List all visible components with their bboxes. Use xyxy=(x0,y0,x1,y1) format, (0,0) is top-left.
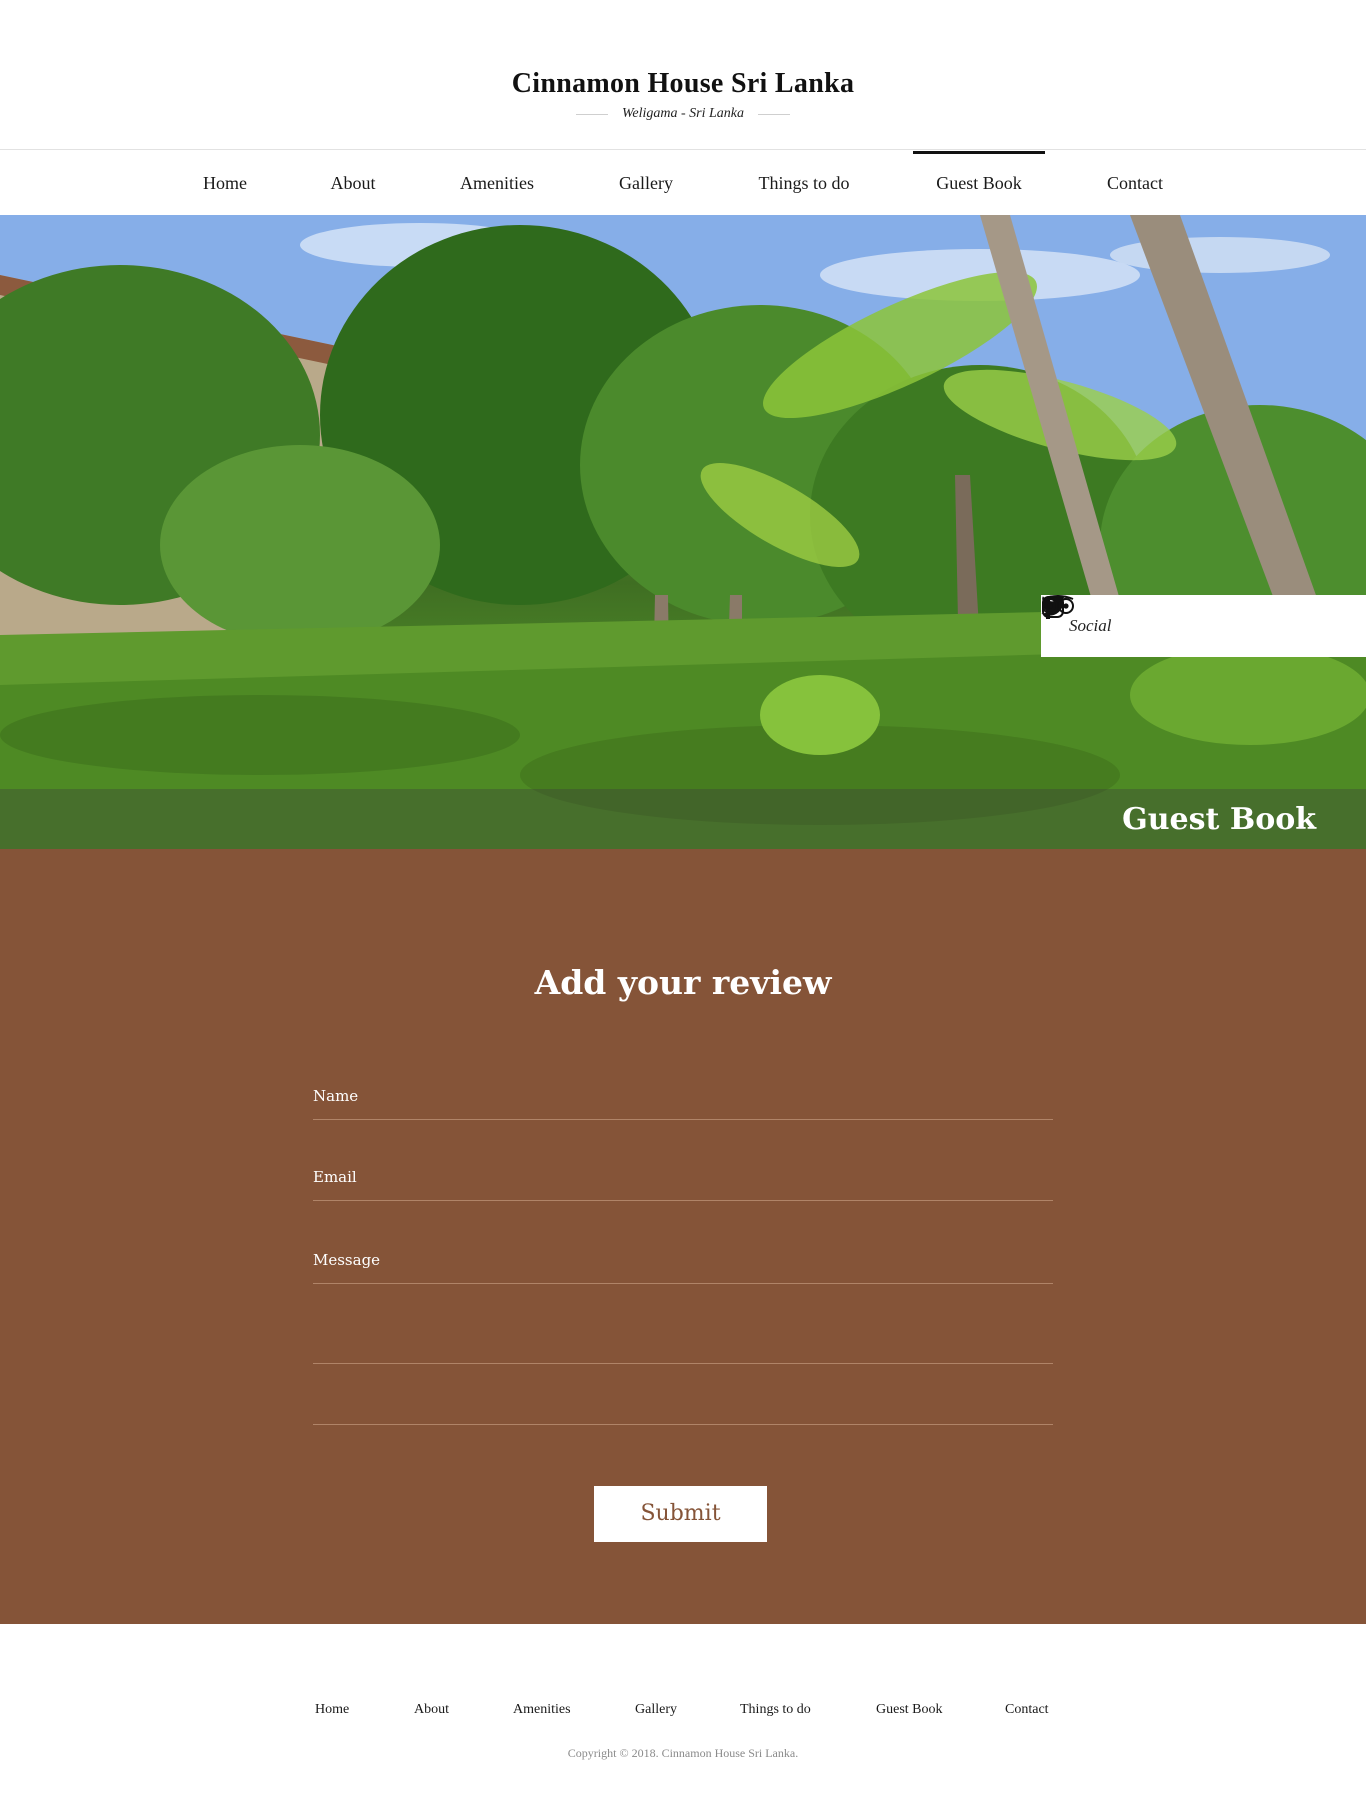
footer-nav-home[interactable]: Home xyxy=(315,1702,349,1718)
footer-nav-about[interactable]: About xyxy=(414,1702,449,1718)
hero-title: Guest Book xyxy=(1122,802,1316,837)
social-label: Social xyxy=(1069,616,1112,635)
footer-nav-gallery[interactable]: Gallery xyxy=(635,1702,677,1718)
twitter-icon[interactable] xyxy=(1041,595,1264,641)
message-label: Message xyxy=(313,1251,381,1269)
site-footer: Home About Amenities Gallery Things to d… xyxy=(0,1624,1366,1813)
email-label: Email xyxy=(313,1168,357,1186)
nav-item-contact[interactable]: Contact xyxy=(1095,151,1175,215)
garden-photo xyxy=(0,215,1366,849)
message-line-3[interactable] xyxy=(313,1424,1053,1425)
nav-item-home[interactable]: Home xyxy=(190,151,260,215)
tagline-divider-right xyxy=(757,113,790,115)
review-section: Add your review Name Email Message Submi… xyxy=(0,849,1366,1624)
site-title[interactable]: Cinnamon House Sri Lanka xyxy=(0,68,1366,100)
nav-item-gallery[interactable]: Gallery xyxy=(606,151,686,215)
main-nav: Home About Amenities Gallery Things to d… xyxy=(0,151,1366,215)
name-label: Name xyxy=(313,1087,359,1105)
social-bar: Social xyxy=(1041,595,1366,657)
name-field[interactable]: Name xyxy=(313,1079,1053,1120)
footer-nav-guest-book[interactable]: Guest Book xyxy=(876,1702,943,1718)
nav-item-things-to-do[interactable]: Things to do xyxy=(744,151,864,215)
review-heading: Add your review xyxy=(534,963,832,1002)
email-field[interactable]: Email xyxy=(313,1160,1053,1201)
submit-button[interactable]: Submit xyxy=(594,1486,767,1542)
nav-item-guest-book[interactable]: Guest Book xyxy=(913,151,1045,215)
hero-banner: Social Guest Book xyxy=(0,215,1366,849)
message-field[interactable]: Message xyxy=(313,1243,1053,1284)
site-header: Cinnamon House Sri Lanka Weligama - Sri … xyxy=(0,0,1366,150)
copyright: Copyright © 2018. Cinnamon House Sri Lan… xyxy=(567,1746,799,1760)
facebook-icon[interactable] xyxy=(1042,595,1164,641)
footer-nav-contact[interactable]: Contact xyxy=(1005,1702,1049,1718)
tripadvisor-icon[interactable] xyxy=(1042,595,1320,641)
tagline-wrap: Weligama - Sri Lanka xyxy=(0,106,1366,122)
instagram-icon[interactable] xyxy=(1042,596,1214,641)
message-line-2[interactable] xyxy=(313,1363,1053,1364)
footer-nav-things-to-do[interactable]: Things to do xyxy=(740,1702,811,1718)
site-tagline: Weligama - Sri Lanka xyxy=(622,106,744,121)
tagline-divider-left xyxy=(576,113,608,115)
nav-item-about[interactable]: About xyxy=(318,151,388,215)
nav-item-amenities[interactable]: Amenities xyxy=(446,151,548,215)
footer-nav-amenities[interactable]: Amenities xyxy=(513,1702,571,1718)
